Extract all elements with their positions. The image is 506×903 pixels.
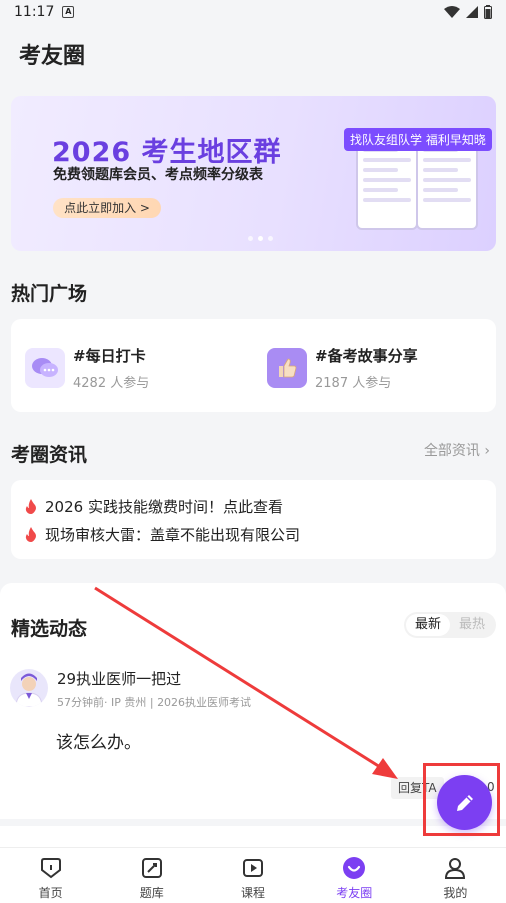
tab-label: 首页	[38, 886, 63, 900]
tab-home[interactable]: 首页	[0, 848, 101, 903]
annotation-highlight-box	[423, 763, 500, 836]
tab-label: 题库	[139, 886, 164, 900]
user-icon	[443, 856, 467, 880]
home-icon	[39, 856, 63, 880]
tab-question-bank[interactable]: 题库	[101, 848, 202, 903]
tab-label: 考友圈	[336, 886, 373, 900]
tab-profile[interactable]: 我的	[405, 848, 506, 903]
smile-circle-icon	[342, 856, 366, 880]
tab-label: 课程	[241, 886, 266, 900]
tab-courses[interactable]: 课程	[202, 848, 303, 903]
question-bank-icon	[140, 856, 164, 880]
tab-community[interactable]: 考友圈	[304, 848, 405, 903]
tab-label: 我的	[443, 886, 468, 900]
video-play-icon	[241, 856, 265, 880]
bottom-tab-bar: 首页 题库 课程 考友圈 我的	[0, 847, 506, 903]
